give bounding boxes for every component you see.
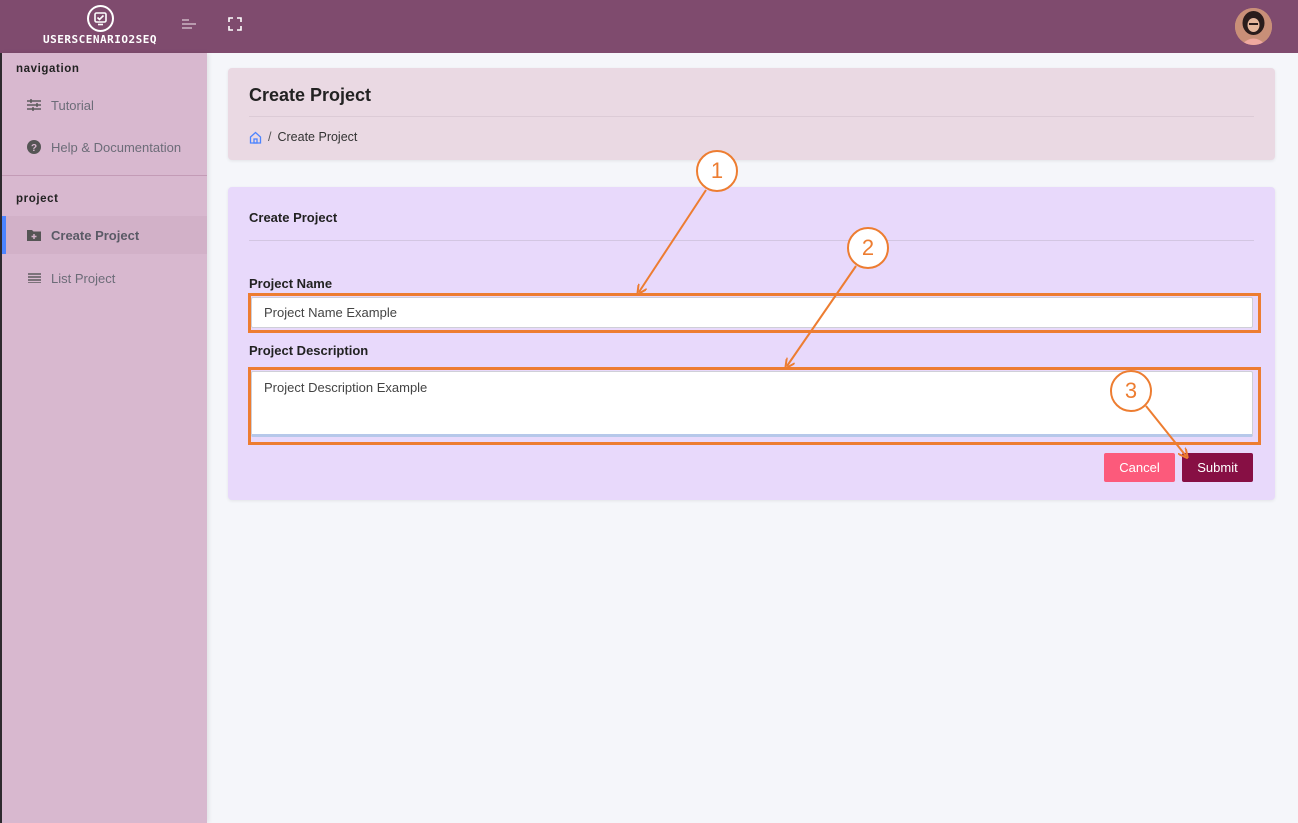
annotation-marker-1: 1 — [696, 150, 738, 192]
list-icon — [26, 270, 42, 286]
submit-button[interactable]: Submit — [1182, 453, 1253, 482]
form-title: Create Project — [249, 210, 338, 225]
sidebar-item-label: List Project — [51, 270, 116, 286]
sidebar-item-create-project[interactable]: Create Project — [2, 216, 207, 254]
brand-logo-icon — [87, 5, 114, 32]
question-circle-icon: ? — [26, 139, 42, 155]
annotation-marker-2: 2 — [847, 227, 889, 269]
project-name-label: Project Name — [249, 276, 333, 291]
sliders-icon — [26, 97, 42, 113]
annotation-marker-3: 3 — [1110, 370, 1152, 412]
folder-plus-icon — [26, 227, 42, 243]
divider — [249, 116, 1254, 117]
breadcrumb-item: Create Project — [277, 130, 358, 144]
sidebar-divider — [2, 175, 207, 176]
sidebar-item-label: Help & Documentation — [51, 139, 182, 155]
project-description-label: Project Description — [249, 343, 369, 358]
divider — [249, 240, 1254, 241]
user-avatar[interactable] — [1235, 8, 1272, 45]
top-bar: USERSCENARIO2SEQ — [0, 0, 1298, 53]
sidebar: navigation Tutorial ? Help & Documentati… — [0, 53, 207, 823]
sidebar-item-help[interactable]: ? Help & Documentation — [2, 128, 207, 166]
page-title: Create Project — [249, 85, 372, 105]
svg-text:?: ? — [31, 143, 37, 154]
home-icon[interactable] — [249, 131, 262, 144]
sidebar-section-navigation: navigation — [16, 63, 80, 75]
project-description-input[interactable]: Project Description Example — [251, 371, 1253, 437]
project-name-input[interactable] — [251, 297, 1253, 328]
sidebar-section-project: project — [16, 193, 59, 205]
cancel-button[interactable]: Cancel — [1104, 453, 1175, 482]
sidebar-item-list-project[interactable]: List Project — [2, 259, 207, 297]
fullscreen-icon[interactable] — [227, 16, 243, 32]
page-header-card: Create Project / Create Project — [228, 68, 1275, 160]
breadcrumb: / Create Project — [249, 130, 357, 144]
create-project-form: Create Project Project Name Project Desc… — [228, 187, 1275, 500]
brand[interactable]: USERSCENARIO2SEQ — [0, 0, 205, 53]
sidebar-item-label: Tutorial — [51, 97, 94, 113]
brand-name: USERSCENARIO2SEQ — [43, 33, 157, 46]
breadcrumb-separator: / — [268, 130, 272, 144]
menu-toggle-icon[interactable] — [180, 16, 198, 32]
sidebar-item-tutorial[interactable]: Tutorial — [2, 86, 207, 124]
sidebar-item-label: Create Project — [51, 227, 140, 243]
